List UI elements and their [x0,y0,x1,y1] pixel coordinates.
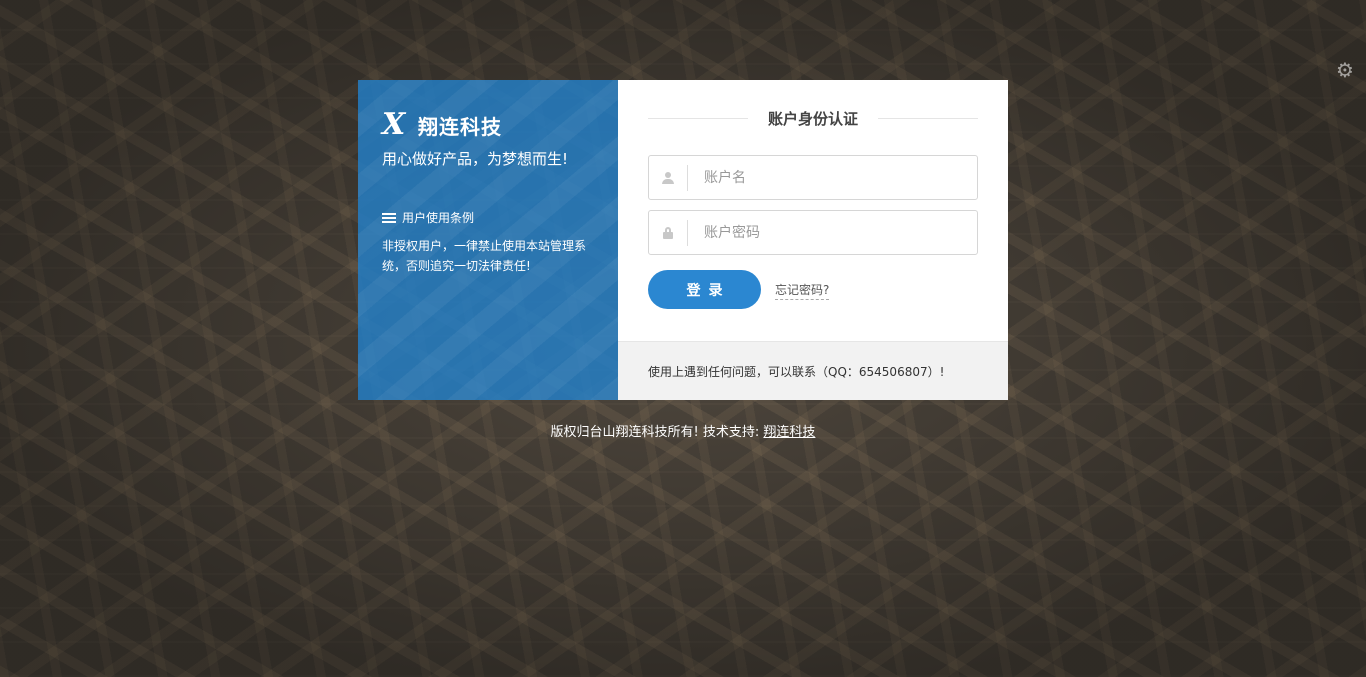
copyright-text: 版权归台山翔连科技所有! 技术支持: [550,425,760,440]
form-title: 账户身份认证 [648,108,979,129]
login-panel: 账户身份认证 登录 忘记密码? 使用上遇到任何问题，可以联系（QQ：654506… [618,80,1008,400]
login-box: X 翔连科技 用心做好产品，为梦想而生! 用户使用条例 非授权用户，一律禁止使用… [358,80,1008,400]
user-icon [662,171,674,184]
title-divider-left [648,118,748,119]
username-field [648,155,978,200]
brand-panel: X 翔连科技 用心做好产品，为梦想而生! 用户使用条例 非授权用户，一律禁止使用… [358,80,618,400]
help-text: 使用上遇到任何问题，可以联系（QQ：654506807）! [648,364,945,379]
form-actions: 登录 忘记密码? [648,270,978,309]
forgot-password-link[interactable]: 忘记密码? [775,281,830,300]
password-input[interactable] [688,211,977,254]
terms-text: 非授权用户，一律禁止使用本站管理系统，否则追究一切法律责任! [382,239,587,273]
brand-logo-icon: X [382,107,406,142]
gears-icon[interactable]: ⚙ [1332,58,1358,82]
terms-heading: 用户使用条例 [382,209,594,226]
username-input[interactable] [688,156,977,199]
password-field [648,210,978,255]
login-button[interactable]: 登录 [648,270,761,309]
list-icon [382,212,396,223]
title-divider-right [878,118,979,119]
terms-title: 用户使用条例 [402,211,475,225]
brand: X 翔连科技 [382,110,594,140]
form-title-text: 账户身份认证 [768,110,859,128]
lock-icon [663,226,673,239]
brand-slogan: 用心做好产品，为梦想而生! [382,150,569,168]
login-form: 账户身份认证 登录 忘记密码? [618,80,1008,341]
help-bar: 使用上遇到任何问题，可以联系（QQ：654506807）! [618,341,1008,400]
support-link[interactable]: 翔连科技 [763,425,815,440]
footer-copyright: 版权归台山翔连科技所有! 技术支持: 翔连科技 [0,421,1366,440]
brand-name: 翔连科技 [418,114,502,139]
